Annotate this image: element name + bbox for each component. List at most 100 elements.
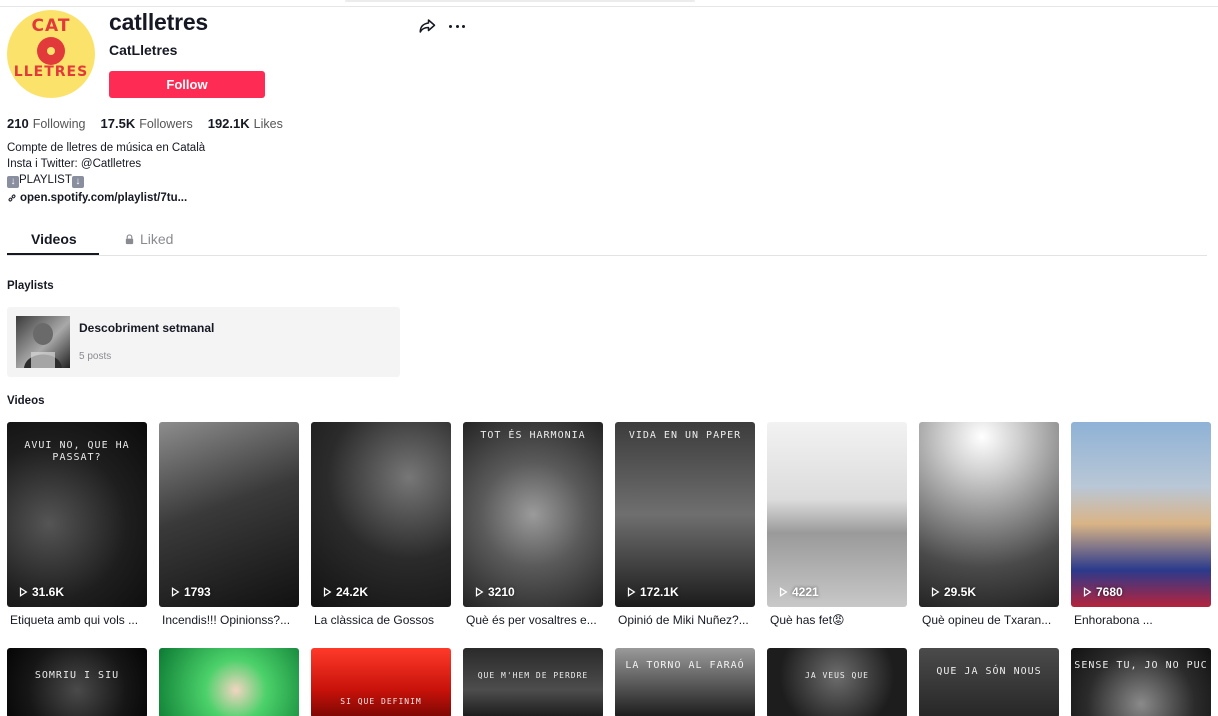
stat-label: Likes [253, 117, 283, 131]
video-caption[interactable]: La clàssica de Gossos [311, 613, 449, 627]
video-item[interactable]: 4221 Què has fet😡 [767, 422, 907, 627]
video-thumbnail[interactable]: 24.2K [311, 422, 451, 607]
bio-line: Insta i Twitter: @Catlletres [7, 158, 142, 170]
video-item[interactable]: SI QUE DEFINIM [311, 648, 451, 716]
header-divider [0, 6, 1218, 7]
playlist-card[interactable]: Descobriment setmanal 5 posts [7, 307, 400, 377]
share-icon[interactable] [418, 17, 436, 35]
playlists-heading: Playlists [7, 280, 54, 292]
tab-liked[interactable]: Liked [124, 231, 173, 247]
play-icon [627, 587, 636, 597]
vinyl-record-icon [37, 37, 65, 65]
stat-label: Followers [139, 117, 193, 131]
video-thumbnail[interactable] [159, 648, 299, 716]
videos-heading: Videos [7, 395, 45, 407]
video-grid-row: AVUI NO, QUE HA PASSAT? 31.6K Etiqueta a… [7, 422, 1211, 627]
lock-icon [125, 233, 134, 244]
view-count-value: 31.6K [32, 585, 65, 599]
video-thumbnail[interactable]: VIDA EN UN PAPER 172.1K [615, 422, 755, 607]
video-item[interactable]: JA VEUS QUE [767, 648, 907, 716]
view-count: 31.6K [18, 585, 64, 599]
bio-link[interactable]: open.spotify.com/playlist/7tu... [7, 192, 187, 204]
avatar-text-top: CAT [31, 16, 71, 36]
playlist-post-count: 5 posts [79, 351, 112, 362]
tab-videos[interactable]: Videos [31, 231, 77, 247]
stat-following[interactable]: 210 Following [7, 116, 86, 131]
playlist-thumbnail-art [24, 323, 62, 368]
video-thumbnail[interactable]: 7680 [1071, 422, 1211, 607]
thumbnail-overlay-text: JA VEUS QUE [805, 671, 869, 680]
more-options-icon[interactable] [447, 17, 467, 35]
bio-line: Compte de lletres de música en Català [7, 142, 206, 154]
dot-icon [455, 24, 459, 28]
stat-value: 17.5K [100, 116, 136, 131]
link-icon [8, 194, 16, 202]
bio-link-text: open.spotify.com/playlist/7tu... [20, 192, 188, 204]
follow-button[interactable]: Follow [109, 71, 265, 98]
profile-stats: 210 Following 17.5K Followers 192.1K Likes [7, 116, 283, 131]
avatar-text-bottom: LLETRES [13, 64, 89, 80]
video-item[interactable]: LA TORNO AL FARAÓ [615, 648, 755, 716]
dot-icon [449, 24, 452, 28]
play-icon [323, 587, 332, 597]
video-thumbnail[interactable]: AVUI NO, QUE HA PASSAT? 31.6K [7, 422, 147, 607]
video-thumbnail[interactable]: SOMRIU I SIU [7, 648, 147, 716]
video-caption[interactable]: Incendis!!! Opinionss?... [159, 613, 297, 627]
play-icon [931, 587, 940, 597]
video-thumbnail[interactable]: SENSE TU, JO NO PUC [1071, 648, 1211, 716]
view-count-value: 4221 [792, 585, 819, 599]
video-thumbnail[interactable]: SI QUE DEFINIM [311, 648, 451, 716]
video-thumbnail[interactable]: QUE JA SÓN NOUS [919, 648, 1059, 716]
view-count-value: 1793 [184, 585, 211, 599]
thumbnail-overlay-text: SENSE TU, JO NO PUC [1074, 660, 1208, 671]
video-item[interactable]: VIDA EN UN PAPER 172.1K Opinió de Miki N… [615, 422, 755, 627]
view-count-value: 24.2K [336, 585, 369, 599]
video-item[interactable]: 7680 Enhorabona ... [1071, 422, 1211, 627]
view-count: 24.2K [322, 585, 368, 599]
video-thumbnail[interactable]: LA TORNO AL FARAÓ [615, 648, 755, 716]
video-item[interactable]: TOT ÉS HARMONIA 3210 Què és per vosaltre… [463, 422, 603, 627]
video-thumbnail[interactable]: 29.5K [919, 422, 1059, 607]
video-item[interactable] [159, 648, 299, 716]
video-thumbnail[interactable]: 4221 [767, 422, 907, 607]
video-item[interactable]: 24.2K La clàssica de Gossos [311, 422, 451, 627]
stat-likes: 192.1K Likes [208, 116, 283, 131]
video-item[interactable]: AVUI NO, QUE HA PASSAT? 31.6K Etiqueta a… [7, 422, 147, 627]
thumbnail-overlay-text: QUE M'HEM DE PERDRE [477, 671, 589, 680]
video-caption[interactable]: Què és per vosaltres e... [463, 613, 601, 627]
video-caption[interactable]: Etiqueta amb qui vols ... [7, 613, 145, 627]
view-count-value: 7680 [1096, 585, 1123, 599]
video-item[interactable]: QUE JA SÓN NOUS [919, 648, 1059, 716]
view-count-value: 29.5K [944, 585, 977, 599]
video-thumbnail[interactable]: QUE M'HEM DE PERDRE [463, 648, 603, 716]
video-caption[interactable]: Què opineu de Txaran... [919, 613, 1057, 627]
stat-value: 192.1K [207, 116, 250, 131]
play-icon [475, 587, 484, 597]
video-thumbnail[interactable]: 1793 [159, 422, 299, 607]
video-caption[interactable]: Què has fet😡 [767, 613, 905, 627]
video-grid-row: SOMRIU I SIU SI QUE DEFINIM QUE M'HEM DE… [7, 648, 1211, 716]
thumbnail-overlay-text: SI QUE DEFINIM [340, 697, 422, 706]
play-icon [171, 587, 180, 597]
video-thumbnail[interactable]: JA VEUS QUE [767, 648, 907, 716]
play-icon [779, 587, 788, 597]
video-item[interactable]: SOMRIU I SIU [7, 648, 147, 716]
view-count: 1793 [170, 585, 211, 599]
video-item[interactable]: QUE M'HEM DE PERDRE [463, 648, 603, 716]
video-caption[interactable]: Opinió de Miki Nuñez?... [615, 613, 753, 627]
stat-value: 210 [7, 116, 29, 131]
video-thumbnail[interactable]: TOT ÉS HARMONIA 3210 [463, 422, 603, 607]
view-count: 4221 [778, 585, 819, 599]
top-bar-edge [345, 0, 695, 2]
stat-label: Following [32, 117, 86, 131]
profile-bio: Compte de lletres de música en Català In… [7, 140, 205, 188]
view-count-value: 3210 [488, 585, 515, 599]
video-item[interactable]: SENSE TU, JO NO PUC [1071, 648, 1211, 716]
video-item[interactable]: 1793 Incendis!!! Opinionss?... [159, 422, 299, 627]
avatar[interactable]: CAT LLETRES [7, 10, 95, 98]
video-caption[interactable]: Enhorabona ... [1071, 613, 1209, 627]
profile-nickname: CatLletres [109, 42, 178, 58]
stat-followers[interactable]: 17.5K Followers [101, 116, 193, 131]
video-item[interactable]: 29.5K Què opineu de Txaran... [919, 422, 1059, 627]
down-arrow-icon: ↓ [71, 176, 84, 188]
